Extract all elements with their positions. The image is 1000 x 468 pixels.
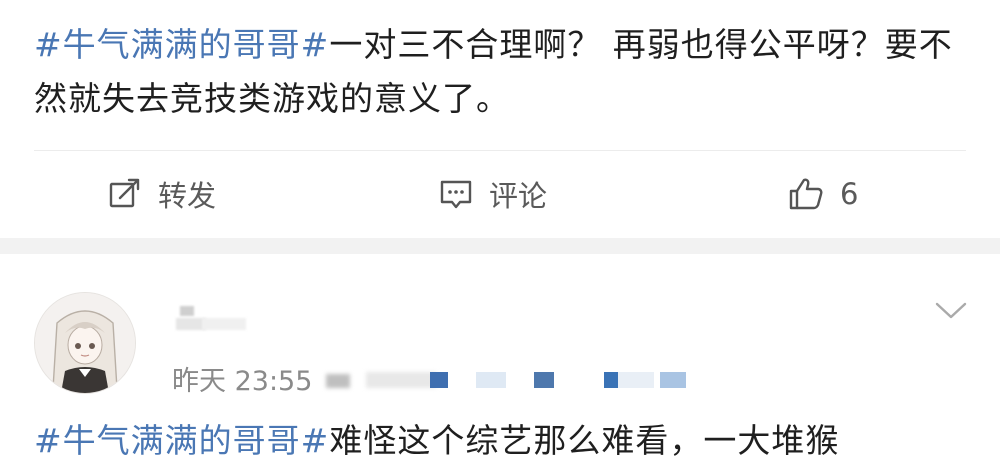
comment-body: 难怪这个综艺那么难看，一大堆猴 (329, 421, 840, 460)
repost-label: 转发 (158, 179, 217, 213)
chevron-down-icon[interactable] (934, 300, 968, 322)
comment-button[interactable]: 评论 (439, 174, 547, 214)
action-bar: 转发 评论 6 (0, 152, 1000, 236)
username-blurred (172, 300, 252, 332)
avatar[interactable] (34, 292, 136, 394)
repost-button[interactable]: 转发 (108, 174, 216, 214)
hashtag-link[interactable]: #牛气满满的哥哥# (34, 25, 329, 64)
comment-label: 评论 (489, 179, 548, 213)
like-count: 6 (840, 177, 859, 211)
comment-text: #牛气满满的哥哥#难怪这个综艺那么难看，一大堆猴 (34, 414, 1000, 468)
comment-icon (440, 180, 472, 209)
section-separator (0, 238, 1000, 254)
meta-blurred (326, 372, 706, 390)
repost-icon (109, 178, 140, 208)
avatar-illustration (35, 293, 135, 393)
post-text: #牛气满满的哥哥#一对三不合理啊？ 再弱也得公平呀？要不然就失去竞技类游戏的意义… (34, 18, 974, 126)
comment-timestamp: 昨天 23:55 (172, 365, 313, 397)
divider (34, 150, 966, 151)
comment-meta: 昨天 23:55 (172, 358, 312, 398)
like-icon (789, 178, 823, 210)
comment-hashtag-link[interactable]: #牛气满满的哥哥# (34, 421, 329, 460)
like-button[interactable]: 6 (788, 174, 858, 214)
